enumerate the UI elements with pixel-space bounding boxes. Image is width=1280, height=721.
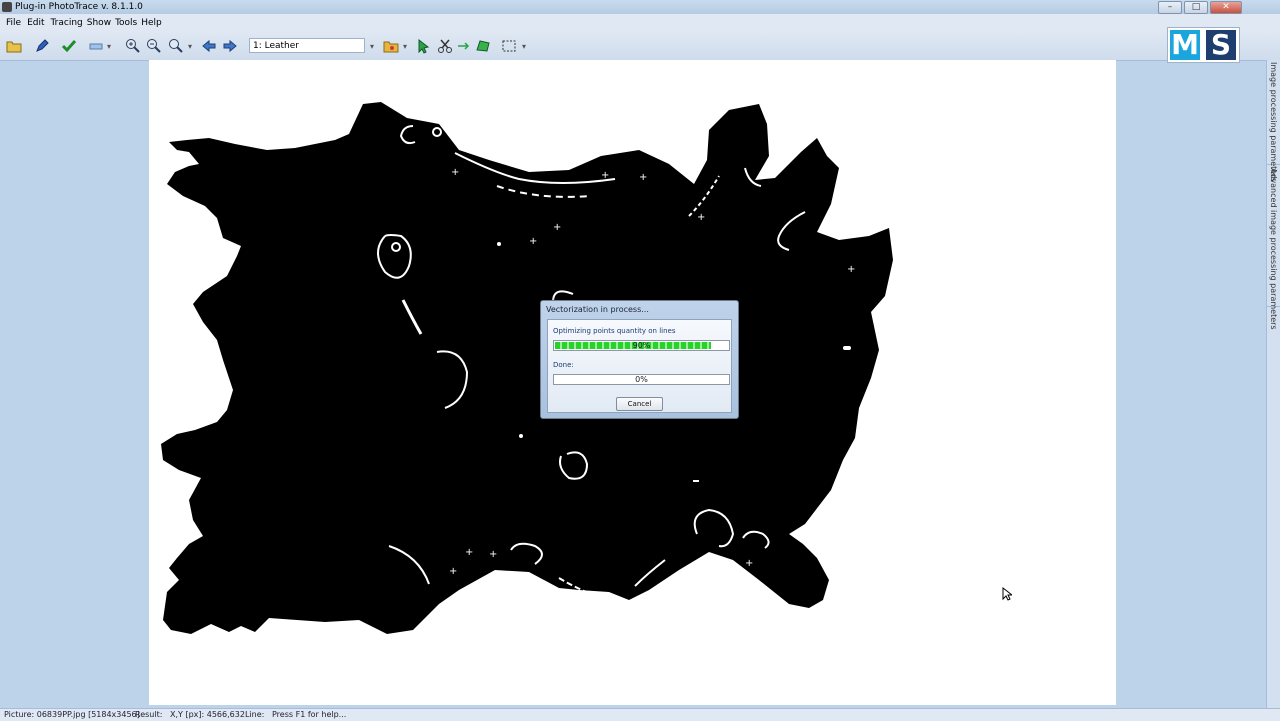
done-label: Done:: [553, 361, 574, 369]
step-label: Optimizing points quantity on lines: [553, 327, 676, 335]
vectorization-dialog: Vectorization in process... Optimizing p…: [540, 300, 739, 419]
side-tab-label: Image processing parameters: [1269, 62, 1278, 182]
svg-text:+: +: [601, 170, 609, 181]
scissors-icon[interactable]: [437, 38, 453, 54]
toolbar: ▾ ▾ ▾ ▾ ▾: [0, 32, 1280, 61]
svg-text:+: +: [553, 222, 561, 233]
status-result: Result:: [135, 710, 163, 719]
arrow-right-icon[interactable]: [222, 38, 238, 54]
status-coords: X,Y [px]: 4566,632: [170, 710, 245, 719]
open-folder-icon[interactable]: [6, 38, 22, 54]
polygon-icon[interactable]: [475, 38, 491, 54]
svg-text:+: +: [639, 172, 647, 183]
menu-file[interactable]: File: [6, 18, 21, 28]
side-tab-label: Advanced image processing parameters: [1269, 168, 1278, 330]
minimize-button[interactable]: –: [1158, 1, 1182, 14]
menu-tracing[interactable]: Tracing: [51, 18, 83, 28]
svg-text:+: +: [465, 547, 473, 558]
status-bar: Picture: 06839PP.jpg [5184x3456] Result:…: [0, 708, 1280, 721]
svg-text:+: +: [451, 167, 459, 178]
svg-text:+: +: [489, 549, 497, 560]
step-progress-text: 90%: [632, 341, 651, 350]
cursor-icon[interactable]: [415, 38, 431, 54]
dialog-title: Vectorization in process...: [546, 305, 649, 314]
dialog-body: Optimizing points quantity on lines 90% …: [547, 319, 732, 413]
zoom-out-icon[interactable]: [146, 38, 162, 54]
check-icon[interactable]: [61, 38, 77, 54]
zoom-fit-icon[interactable]: [168, 38, 184, 54]
svg-text:+: +: [745, 558, 753, 569]
arrow-green-icon[interactable]: [456, 38, 472, 54]
toolbar-separator: ▾: [522, 42, 527, 51]
selection-rect-icon[interactable]: [501, 38, 517, 54]
zoom-in-icon[interactable]: [125, 38, 141, 54]
menu-bar: File Edit Tracing Show Tools Help: [0, 14, 1280, 32]
status-line: Line:: [245, 710, 265, 719]
layer-select[interactable]: 1: Leather: [249, 38, 365, 53]
svg-text:+: +: [697, 212, 705, 223]
logo-m: M: [1170, 28, 1200, 61]
status-picture: Picture: 06839PP.jpg [5184x3456]: [4, 710, 140, 719]
done-progress-bar: 0%: [553, 374, 730, 385]
print-icon[interactable]: [88, 38, 104, 54]
tab-advanced-image-processing-parameters[interactable]: Advanced image processing parameters: [1267, 166, 1280, 330]
mouse-cursor-icon: [1002, 587, 1012, 601]
close-button[interactable]: ✕: [1210, 1, 1242, 14]
menu-edit[interactable]: Edit: [27, 18, 44, 28]
toolbar-separator: ▾: [188, 42, 193, 51]
svg-text:+: +: [449, 566, 457, 577]
menu-help[interactable]: Help: [141, 18, 162, 28]
ms-logo: M S: [1167, 27, 1240, 63]
done-progress-text: 0%: [635, 375, 648, 384]
app-icon: [2, 2, 12, 12]
arrow-left-icon[interactable]: [201, 38, 217, 54]
maximize-button[interactable]: □: [1184, 1, 1208, 14]
folder-red-icon[interactable]: [383, 38, 399, 54]
tab-image-processing-parameters[interactable]: Image processing parameters: [1267, 60, 1280, 182]
status-help: Press F1 for help...: [272, 710, 347, 719]
toolbar-separator: ▾: [370, 42, 375, 51]
window-title: Plug-in PhotoTrace v. 8.1.1.0: [15, 2, 143, 12]
side-panel: Image processing parameters Advanced ima…: [1266, 60, 1280, 708]
logo-s: S: [1206, 30, 1236, 60]
title-bar: Plug-in PhotoTrace v. 8.1.1.0 – □ ✕: [0, 0, 1280, 14]
cancel-button[interactable]: Cancel: [616, 397, 663, 411]
toolbar-separator: ▾: [403, 42, 408, 51]
menu-tools[interactable]: Tools: [115, 18, 137, 28]
menu-show[interactable]: Show: [87, 18, 111, 28]
toolbar-separator: ▾: [107, 42, 112, 51]
svg-text:+: +: [847, 264, 855, 275]
pencil-icon[interactable]: [34, 38, 50, 54]
svg-text:+: +: [529, 236, 537, 247]
step-progress-bar: 90%: [553, 340, 730, 351]
